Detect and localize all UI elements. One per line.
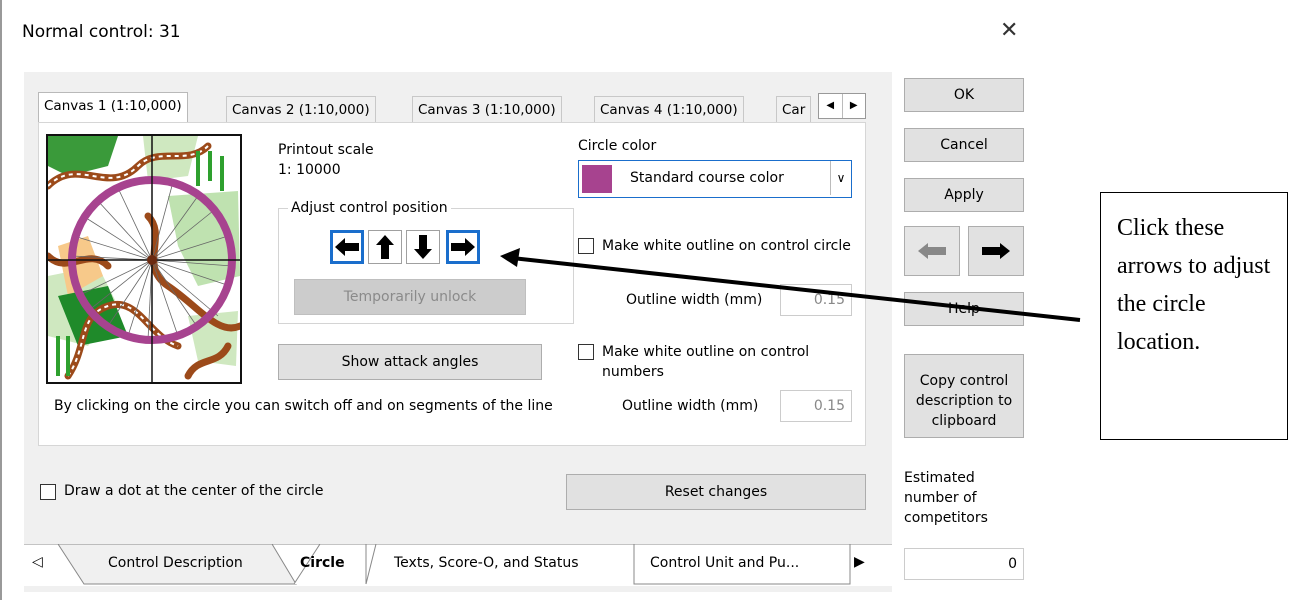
printout-scale-value: 1: 10000 <box>278 162 341 178</box>
bottom-tab-strip: ◁ Control Description Circle Texts, Scor… <box>24 544 892 586</box>
map-preview[interactable] <box>46 134 242 384</box>
move-down-button[interactable] <box>406 230 440 264</box>
tab-canvas-2[interactable]: Canvas 2 (1:10,000) <box>226 96 376 122</box>
tab-texts-score-status[interactable]: Texts, Score-O, and Status <box>394 555 578 571</box>
apply-button[interactable]: Apply <box>904 178 1024 212</box>
tab-scroll-left-icon[interactable]: ◀ <box>819 94 842 118</box>
estimated-competitors-field[interactable]: 0 <box>904 548 1024 580</box>
segments-note: By clicking on the circle you can switch… <box>54 398 553 414</box>
outline-numbers-checkbox[interactable] <box>578 344 594 360</box>
move-left-button[interactable] <box>330 230 364 264</box>
dialog-title: Normal control: 31 <box>22 22 181 42</box>
outline-numbers-width-label: Outline width (mm) <box>622 398 759 414</box>
printout-scale-label: Printout scale <box>278 142 374 158</box>
adjust-control-group-label: Adjust control position <box>288 200 451 216</box>
circle-color-label: Circle color <box>578 138 657 154</box>
ok-button[interactable]: OK <box>904 78 1024 112</box>
tab-scroll-next-icon[interactable]: ▶ <box>854 554 865 570</box>
move-up-button[interactable] <box>368 230 402 264</box>
left-arrow-icon <box>335 238 359 256</box>
callout-box: Click these arrows to adjust the circle … <box>1100 192 1288 440</box>
tab-scroll-right-icon[interactable]: ▶ <box>841 94 866 118</box>
copy-description-button[interactable]: Copy control description to clipboard <box>904 354 1024 438</box>
tab-scroll-prev-icon[interactable]: ◁ <box>32 554 43 570</box>
up-arrow-icon <box>376 235 394 259</box>
estimated-competitors-label: Estimated number of competitors <box>904 470 988 526</box>
circle-color-value: Standard course color <box>630 170 784 186</box>
circle-color-swatch <box>582 165 612 193</box>
show-attack-angles-button[interactable]: Show attack angles <box>278 344 542 380</box>
dot-center-checkbox[interactable] <box>40 484 56 500</box>
close-icon[interactable]: ✕ <box>1000 18 1018 43</box>
move-right-button[interactable] <box>446 230 480 264</box>
canvas-tab-strip: Canvas 1 (1:10,000) Canvas 2 (1:10,000) … <box>38 92 868 122</box>
tab-control-unit[interactable]: Control Unit and Pu... <box>650 555 799 571</box>
tab-control-description[interactable]: Control Description <box>108 555 243 571</box>
outline-numbers-width-field[interactable]: 0.15 <box>780 390 852 422</box>
tab-canvas-3[interactable]: Canvas 3 (1:10,000) <box>412 96 562 122</box>
tab-canvas-4[interactable]: Canvas 4 (1:10,000) <box>594 96 744 122</box>
tab-canvas-5[interactable]: Car <box>776 96 812 122</box>
tab-canvas-1[interactable]: Canvas 1 (1:10,000) <box>38 92 188 122</box>
cancel-button[interactable]: Cancel <box>904 128 1024 162</box>
right-arrow-icon <box>451 238 475 256</box>
reset-changes-button[interactable]: Reset changes <box>566 474 866 510</box>
outline-numbers-label: Make white outline on control numbers <box>602 344 810 380</box>
down-arrow-icon <box>414 235 432 259</box>
callout-arrow <box>500 248 1081 322</box>
tab-scroll-arrows: ◀ ▶ <box>818 93 866 119</box>
window-edge <box>0 0 2 600</box>
tab-circle[interactable]: Circle <box>300 555 345 571</box>
dot-center-label: Draw a dot at the center of the circle <box>64 483 324 499</box>
chevron-down-icon[interactable]: ∨ <box>830 161 851 195</box>
